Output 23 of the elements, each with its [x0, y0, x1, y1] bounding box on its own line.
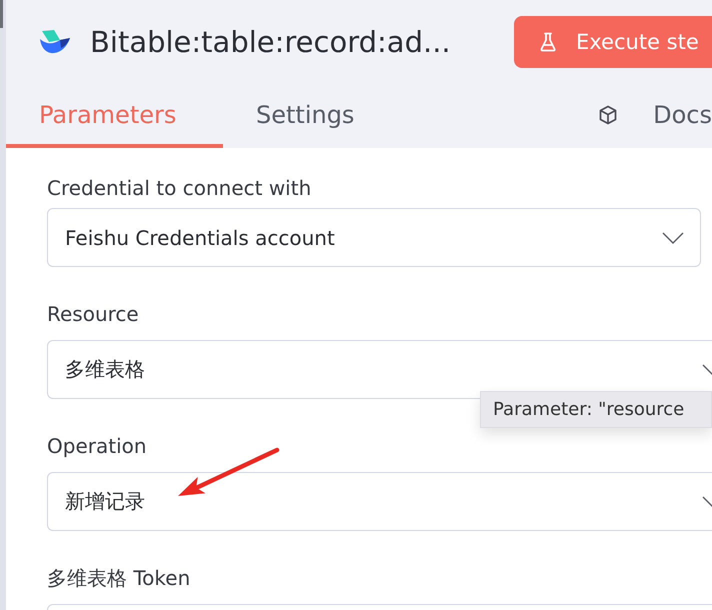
select-field[interactable]: Feishu Credentials account	[47, 208, 701, 267]
select-value: 新增记录	[65, 488, 145, 515]
parameter-tooltip: Parameter: "resource	[480, 391, 712, 428]
field-label: Resource	[47, 301, 139, 328]
select-value: Feishu Credentials account	[65, 226, 335, 250]
scrollbar-thumb	[0, 0, 3, 28]
select-field[interactable]: 新增记录	[47, 472, 712, 531]
chevron-down-icon	[702, 496, 712, 508]
cube-icon	[598, 105, 618, 125]
execute-step-button[interactable]: Execute ste	[514, 16, 712, 68]
field-label: Credential to connect with	[47, 175, 312, 202]
app-logo-icon	[40, 30, 70, 54]
field-label: Operation	[47, 433, 147, 460]
chevron-down-icon	[662, 232, 684, 244]
select-field[interactable]: 多维表格	[47, 340, 712, 399]
input-field[interactable]	[47, 604, 712, 610]
field-label: 多维表格 Token	[47, 565, 190, 592]
flask-icon	[540, 32, 556, 52]
chevron-down-icon	[702, 364, 712, 376]
select-value: 多维表格	[65, 356, 145, 383]
docs-link[interactable]: Docs	[598, 82, 712, 148]
tab[interactable]: Settings	[223, 82, 440, 148]
node-title: Bitable:table:record:ad...	[90, 25, 451, 59]
